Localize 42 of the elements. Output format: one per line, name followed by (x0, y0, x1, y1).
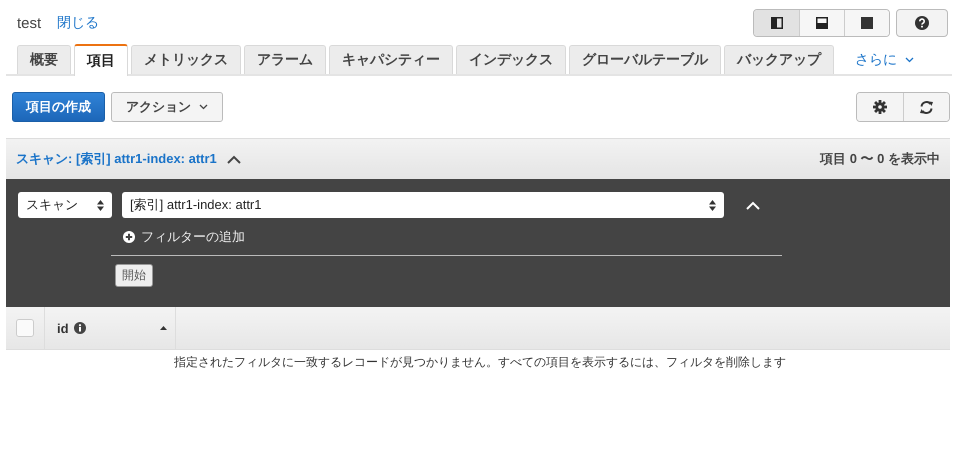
scan-mode-select[interactable]: スキャン (18, 192, 112, 218)
tab[interactable]: バックアップ (724, 45, 834, 74)
select-arrows-icon (97, 200, 104, 210)
settings-icon (873, 100, 887, 114)
tab[interactable]: 項目 (74, 44, 128, 76)
split-left-icon (770, 17, 782, 29)
item-count: 項目 0 〜 0 を表示中 (820, 150, 940, 168)
start-button[interactable]: 開始 (115, 264, 153, 287)
column-header[interactable]: id (57, 320, 69, 336)
tab[interactable]: グローバルテーブル (569, 45, 721, 74)
tab[interactable]: 概要 (17, 45, 71, 74)
tab[interactable]: メトリックス (131, 45, 241, 74)
tab[interactable]: アラーム (244, 45, 326, 74)
settings-button[interactable] (857, 93, 903, 121)
help-button[interactable] (896, 9, 948, 37)
refresh-button[interactable] (903, 93, 949, 121)
caret-icon (905, 57, 914, 63)
help-icon (915, 16, 929, 30)
tab[interactable]: インデックス (456, 45, 566, 74)
sort-icon[interactable] (160, 326, 167, 330)
add-filter-link[interactable]: フィルターの追加 (123, 228, 950, 246)
view-mode-button[interactable] (754, 10, 799, 36)
info-icon (74, 322, 86, 334)
tab[interactable]: キャパシティー (329, 45, 453, 74)
scan-summary-title[interactable]: スキャン: [索引] attr1-index: attr1 (16, 150, 217, 168)
collapse-icon[interactable] (226, 154, 241, 164)
close-link[interactable]: 閉じる (57, 14, 100, 32)
select-all-checkbox[interactable] (16, 319, 34, 337)
view-mode-button[interactable] (799, 10, 844, 36)
split-bottom-icon (816, 17, 828, 29)
create-item-button[interactable]: 項目の作成 (12, 92, 105, 122)
index-select[interactable]: [索引] attr1-index: attr1 (122, 192, 724, 218)
caret-icon (199, 104, 208, 110)
view-mode-button[interactable] (844, 10, 889, 36)
empty-message: 指定されたフィルタに一致するレコードが見つかりません。すべての項目を表示するには、フィルタを削除します (174, 355, 786, 369)
refresh-icon (918, 100, 935, 114)
actions-button[interactable]: アクション (111, 92, 223, 122)
select-arrows-icon (709, 200, 716, 210)
full-view-icon (861, 17, 873, 29)
table-title: test (17, 14, 42, 32)
more-tabs-menu[interactable]: さらに (855, 46, 914, 74)
add-icon (123, 231, 135, 243)
